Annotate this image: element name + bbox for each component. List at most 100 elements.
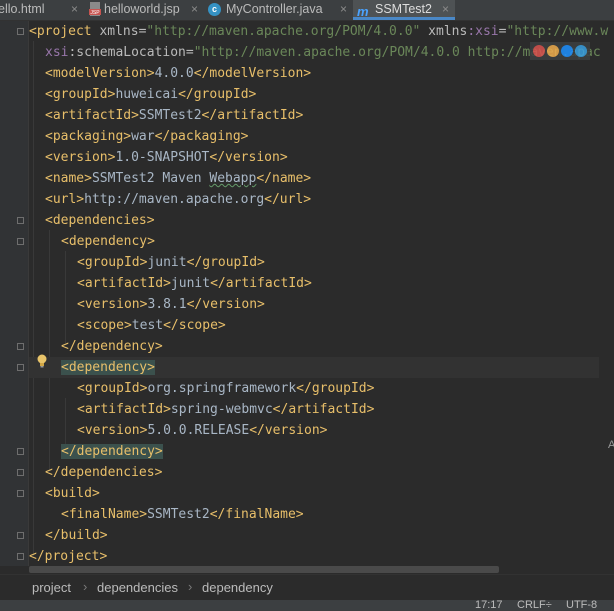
code-editor[interactable]: <project xmlns = "http://maven.apache.org/… [0,21,614,566]
fold-marker[interactable] [17,469,24,476]
code-line[interactable]: </project> [29,546,599,566]
tag-close: </version> [186,297,265,312]
code-line[interactable]: <url>http://maven.apache.org</url> [29,189,599,210]
close-icon[interactable]: × [340,0,347,19]
code-line[interactable]: <version>3.8.1</version> [29,294,599,315]
tag-open: <name> [45,171,92,186]
tag-open: <artifactId> [77,402,171,417]
breadcrumb-separator: › [83,579,88,594]
code-line[interactable]: <artifactId>junit</artifactId> [29,273,599,294]
safari-icon[interactable] [561,45,573,57]
code-line[interactable]: <artifactId>spring-webmvc</artifactId> [29,399,599,420]
code-line[interactable]: xsi:schemaLocation="http://maven.apache.… [29,42,601,63]
tab-helloworld-jsp[interactable]: JSP helloworld.jsp × [86,0,204,20]
tag-open: <artifactId> [77,276,171,291]
namespace: xsi [45,45,69,60]
tag-close-highlighted: </dependency> [61,444,163,459]
code-line[interactable]: <name>SSMTest2 Maven Webapp</name> [29,168,599,189]
fold-marker[interactable] [17,553,24,560]
tag-open: <dependencies> [45,213,155,228]
tag-text: http://maven.apache.org [84,192,265,207]
tag-text: junit [147,255,187,270]
attribute-value: "http://www.w [506,24,609,39]
line-separator[interactable]: CRLF÷ [517,600,552,611]
chrome-icon[interactable] [533,45,545,57]
tag-close: </packaging> [154,129,249,144]
code-line[interactable]: <groupId>org.springframework</groupId> [29,378,599,399]
ie-icon[interactable] [575,45,587,57]
cursor-position[interactable]: 17:17 [475,600,503,611]
tag-close: </groupId> [178,87,257,102]
code-line[interactable]: </dependency> [29,336,599,357]
tab-ssmtest2[interactable]: m SSMTest2 × [353,0,455,20]
tag-close: </finalName> [209,507,304,522]
tag-text: SSMTest2 [147,507,210,522]
close-icon[interactable]: × [442,0,449,19]
svg-text:JSP: JSP [90,10,100,16]
file-encoding[interactable]: UTF-8 [566,600,597,611]
code-line[interactable]: <groupId>huweicai</groupId> [29,84,599,105]
fold-marker[interactable] [17,238,24,245]
code-line[interactable]: </dependencies> [29,462,599,483]
attribute-name: xmlns [99,24,139,39]
status-bar: 17:17 CRLF÷ UTF-8 [0,600,614,611]
tag-close: </dependencies> [45,465,163,480]
code-line[interactable]: <version>5.0.0.RELEASE</version> [29,420,599,441]
code-line[interactable]: <build> [29,483,599,504]
tag-text: 3.8.1 [147,297,187,312]
firefox-icon[interactable] [547,45,559,57]
tag-open: <version> [77,297,148,312]
tab-mycontroller-java[interactable]: c MyController.java × [204,0,353,20]
tag-open: <dependency> [61,234,155,249]
close-icon[interactable]: × [191,0,198,19]
code-line[interactable]: <project xmlns="http://maven.apache.org/… [29,21,608,42]
code-line-current[interactable]: <dependency> [29,357,599,378]
editor-marker: A [608,439,614,451]
tab-label: SSMTest2 [375,2,432,16]
close-icon[interactable]: × [71,0,78,19]
code-line[interactable]: </build> [29,525,599,546]
fold-marker[interactable] [17,448,24,455]
breadcrumb-item-project[interactable]: project [32,580,71,595]
fold-marker[interactable] [17,532,24,539]
tag-open: <packaging> [45,129,132,144]
namespace: :xsi [467,24,499,39]
code-line[interactable]: <dependencies> [29,210,599,231]
tag-close: </url> [264,192,312,207]
code-line[interactable]: <dependency> [29,231,599,252]
browser-preview-icons [530,42,590,60]
equals: = [185,45,194,60]
fold-marker[interactable] [17,343,24,350]
spelling-warning-text: Webapp [209,171,257,186]
tag-close: </groupId> [186,255,265,270]
attribute-name: xmlns [420,24,468,39]
code-line[interactable]: <modelVersion>4.0.0</modelVersion> [29,63,599,84]
tag-text: 4.0.0 [154,66,194,81]
tab-hello-html[interactable]: ello.html × [0,0,84,20]
editor-gutter[interactable] [0,21,28,566]
tag-close: </scope> [163,318,226,333]
code-line[interactable]: <version>1.0-SNAPSHOT</version> [29,147,599,168]
intention-bulb-icon[interactable] [36,354,48,368]
tag-text: SSMTest2 [138,108,202,123]
tag-close: </modelVersion> [193,66,312,81]
code-line[interactable]: <scope>test</scope> [29,315,599,336]
breadcrumb-item-dependency[interactable]: dependency [202,580,273,595]
tag-open: <version> [77,423,148,438]
tag-open: <version> [45,150,116,165]
fold-marker[interactable] [17,217,24,224]
code-line[interactable]: <packaging>war</packaging> [29,126,599,147]
code-line[interactable]: </dependency> [29,441,599,462]
fold-marker[interactable] [17,490,24,497]
horizontal-scrollbar[interactable] [29,566,499,573]
breadcrumb-item-dependencies[interactable]: dependencies [97,580,178,595]
tag-open: <groupId> [77,255,148,270]
fold-marker[interactable] [17,364,24,371]
fold-marker[interactable] [17,28,24,35]
code-line[interactable]: <finalName>SSMTest2</finalName> [29,504,599,525]
breadcrumb: project › dependencies › dependency [0,574,614,601]
code-line[interactable]: <groupId>junit</groupId> [29,252,599,273]
editor-tab-bar: ello.html × JSP helloworld.jsp × c MyCon… [0,0,614,21]
code-line[interactable]: <artifactId>SSMTest2</artifactId> [29,105,599,126]
tag-open: <build> [45,486,100,501]
